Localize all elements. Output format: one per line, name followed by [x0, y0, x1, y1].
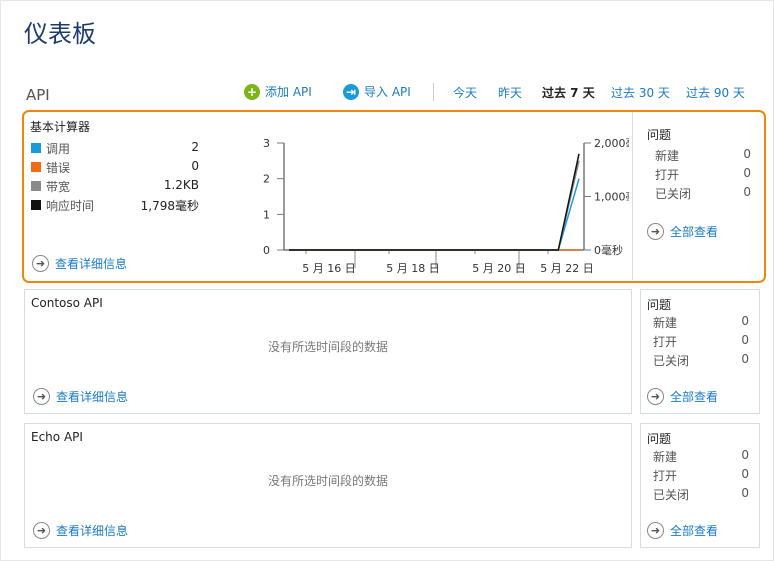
issues-open: 打开 0: [653, 467, 749, 483]
issues-new: 新建 0: [653, 448, 749, 464]
no-data-message: 没有所选时间段的数据: [267, 340, 388, 354]
issues-open-count: 0: [741, 467, 749, 481]
issues-new: 新建 0: [653, 314, 749, 330]
view-all-issues-link[interactable]: ➜ 全部查看: [647, 388, 718, 405]
issues-closed-label: 已关闭: [653, 488, 690, 502]
issues-open: 打开 0: [653, 333, 749, 349]
issues-open-label: 打开: [653, 335, 678, 349]
issues-panel-echo: 问题 新建 0 打开 0 已关闭 0 ➜ 全部查看: [640, 423, 760, 548]
toolbar-separator: [433, 83, 434, 101]
import-api-button[interactable]: ⇥ 导入 API: [343, 83, 411, 100]
range-last-30-days[interactable]: 过去 30 天: [611, 84, 670, 101]
issues-closed: 已关闭 0: [653, 486, 749, 502]
issues-new-label: 新建: [653, 316, 678, 330]
add-api-label: 添加 API: [265, 85, 312, 99]
arrow-right-icon: ➜: [33, 522, 50, 539]
toolbar: + 添加 API ⇥ 导入 API 今天 昨天 过去 7 天 过去 30 天 过…: [0, 83, 774, 103]
arrow-right-icon: ➜: [33, 388, 50, 405]
issues-open-label: 打开: [653, 469, 678, 483]
page-title: 仪表板: [24, 20, 96, 48]
issues-title: 问题: [647, 432, 672, 446]
no-data-message: 没有所选时间段的数据: [267, 474, 388, 488]
selected-card-highlight: [22, 110, 766, 283]
plus-icon: +: [244, 83, 260, 100]
range-last-7-days[interactable]: 过去 7 天: [542, 84, 595, 101]
api-name: Contoso API: [31, 296, 103, 310]
import-api-label: 导入 API: [364, 85, 411, 99]
view-details-label: 查看详细信息: [56, 524, 129, 538]
range-today[interactable]: 今天: [453, 84, 477, 101]
range-yesterday[interactable]: 昨天: [498, 84, 522, 101]
issues-new-label: 新建: [653, 450, 678, 464]
issues-panel-contoso: 问题 新建 0 打开 0 已关闭 0 ➜ 全部查看: [640, 289, 760, 414]
view-all-label: 全部查看: [670, 390, 719, 404]
issues-new-count: 0: [741, 448, 749, 462]
issues-closed-label: 已关闭: [653, 354, 690, 368]
view-details-link[interactable]: ➜ 查看详细信息: [33, 388, 128, 405]
arrow-right-icon: ➜: [647, 388, 664, 405]
issues-closed-count: 0: [741, 352, 749, 366]
view-details-link[interactable]: ➜ 查看详细信息: [33, 522, 128, 539]
api-name: Echo API: [31, 430, 83, 444]
api-card-contoso: Contoso API 没有所选时间段的数据 ➜ 查看详细信息: [24, 289, 632, 414]
view-details-label: 查看详细信息: [56, 390, 129, 404]
issues-title: 问题: [647, 298, 672, 312]
view-all-label: 全部查看: [670, 524, 719, 538]
view-all-issues-link[interactable]: ➜ 全部查看: [647, 522, 718, 539]
issues-closed: 已关闭 0: [653, 352, 749, 368]
api-card-echo: Echo API 没有所选时间段的数据 ➜ 查看详细信息: [24, 423, 632, 548]
import-icon: ⇥: [343, 83, 359, 100]
arrow-right-icon: ➜: [647, 522, 664, 539]
issues-open-count: 0: [741, 333, 749, 347]
issues-closed-count: 0: [741, 486, 749, 500]
add-api-button[interactable]: + 添加 API: [244, 83, 312, 100]
range-last-90-days[interactable]: 过去 90 天: [686, 84, 745, 101]
issues-new-count: 0: [741, 314, 749, 328]
